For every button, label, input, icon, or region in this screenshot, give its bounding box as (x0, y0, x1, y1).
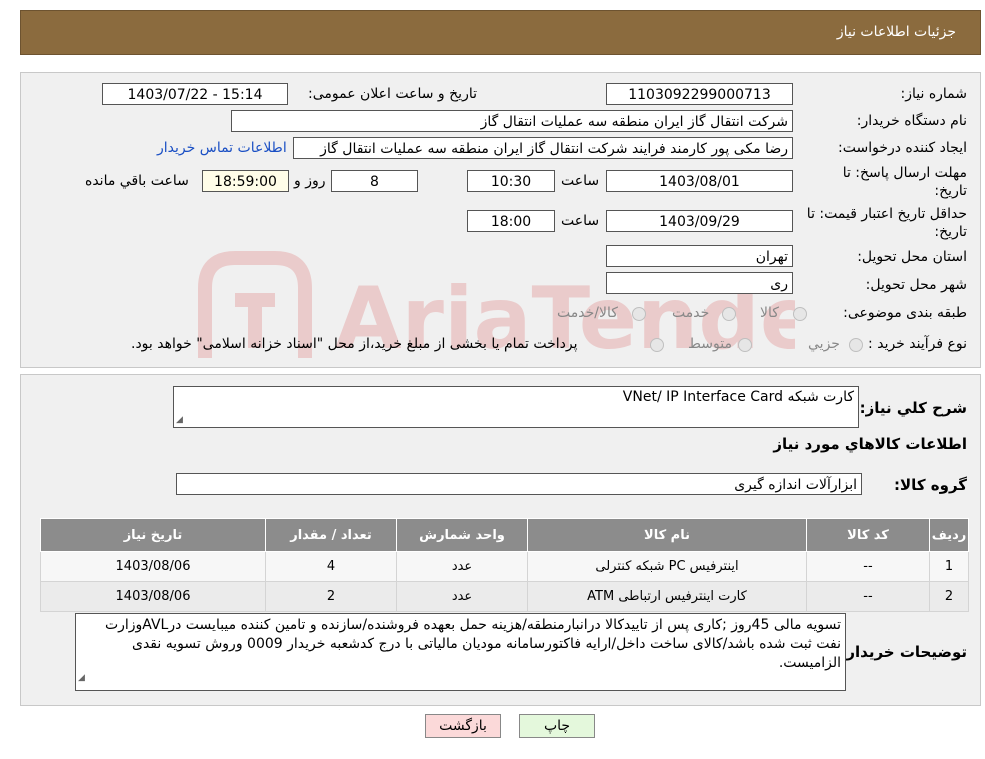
cell-date: 1403/08/06 (40, 581, 266, 612)
remaining-time-field: 18:59:00 (202, 170, 289, 192)
category-option-service: خدمت (672, 305, 710, 321)
buyer-notes-text: تسویه مالی 45روز ;کاری پس از تاییدکالا د… (104, 617, 841, 671)
city-label: شهر محل تحویل: (865, 277, 967, 293)
province-field: تهران (606, 245, 793, 267)
announce-label: تاریخ و ساعت اعلان عمومی: (308, 86, 477, 102)
price-time-field: 18:00 (467, 210, 555, 232)
cell-code: -- (806, 581, 930, 612)
category-label: طبقه بندی موضوعی: (843, 305, 967, 321)
cell-name: اینترفیس PC شبکه کنترلی (527, 551, 807, 582)
price-validity-label-2: تاریخ: (934, 224, 967, 240)
cell-qty: 4 (265, 551, 397, 582)
process-radio-medium[interactable] (738, 338, 752, 352)
category-option-goods-service: کالا/خدمت (557, 305, 618, 321)
col-name-header: نام کالا (527, 518, 807, 552)
need-number-label: شماره نیاز: (900, 86, 968, 102)
category-radio-goods[interactable] (793, 307, 807, 321)
col-date-header: تاریخ نیاز (40, 518, 266, 552)
back-button[interactable]: بازگشت (425, 714, 501, 738)
page-header: جزئیات اطلاعات نیاز (20, 10, 981, 55)
col-code-header: کد کالا (806, 518, 930, 552)
resize-handle-icon[interactable]: ◢ (176, 415, 183, 425)
deadline-time-field: 10:30 (467, 170, 555, 192)
deadline-label: مهلت ارسال پاسخ: تا (842, 165, 967, 181)
deadline-time-label: ساعت (561, 173, 600, 189)
cell-unit: عدد (396, 581, 528, 612)
cell-row: 1 (929, 551, 969, 582)
contact-buyer-link[interactable]: اطلاعات تماس خریدار (157, 140, 287, 156)
col-qty-header: تعداد / مقدار (265, 518, 397, 552)
category-radio-goods-service[interactable] (632, 307, 646, 321)
cell-unit: عدد (396, 551, 528, 582)
creator-field: رضا مکی پور کارمند فرایند شرکت انتقال گا… (293, 137, 793, 159)
category-option-goods: کالا (760, 305, 779, 321)
city-field: ری (606, 272, 793, 294)
page-title: جزئیات اطلاعات نیاز (836, 24, 956, 40)
print-button[interactable]: چاپ (519, 714, 595, 738)
cell-name: کارت اینترفیس ارتباطی ATM (527, 581, 807, 612)
goods-group-field: ابزارآلات اندازه گیری (176, 473, 862, 495)
process-radio-minor[interactable] (849, 338, 863, 352)
goods-section-title: اطلاعات کالاهاي مورد نیاز (773, 435, 967, 453)
price-validity-label: حداقل تاریخ اعتبار قیمت: تا (806, 206, 967, 222)
goods-group-label: گروه کالا: (894, 476, 967, 494)
goods-table: ردیف کد کالا نام کالا واحد شمارش تعداد /… (40, 518, 969, 612)
price-time-label: ساعت (561, 213, 600, 229)
summary-text: کارت شبکه VNet/ IP Interface Card (622, 389, 854, 405)
price-date-field: 1403/09/29 (606, 210, 793, 232)
table-row: 1 -- اینترفیس PC شبکه کنترلی عدد 4 1403/… (40, 551, 969, 582)
process-option-medium: متوسط (688, 336, 732, 352)
table-header-row: ردیف کد کالا نام کالا واحد شمارش تعداد /… (40, 518, 969, 552)
buyer-notes-label: توضیحات خریدار: (840, 643, 967, 661)
category-radio-service[interactable] (722, 307, 736, 321)
cell-date: 1403/08/06 (40, 551, 266, 582)
process-type-label: نوع فرآیند خرید : (868, 336, 967, 352)
days-label: روز و (294, 173, 326, 189)
remaining-label: ساعت باقي مانده (85, 173, 189, 189)
buyer-org-field: شرکت انتقال گاز ایران منطقه سه عملیات ان… (231, 110, 793, 132)
cell-code: -- (806, 551, 930, 582)
treasury-note: پرداخت تمام یا بخشی از مبلغ خرید،از محل … (131, 336, 578, 352)
cell-row: 2 (929, 581, 969, 612)
summary-field: کارت شبکه VNet/ IP Interface Card ◢ (173, 386, 859, 428)
buyer-notes-field: تسویه مالی 45روز ;کاری پس از تاییدکالا د… (75, 613, 846, 691)
creator-label: ایجاد کننده درخواست: (838, 140, 967, 156)
announce-field: 1403/07/22 - 15:14 (102, 83, 288, 105)
process-option-minor: جزیي (808, 336, 840, 352)
deadline-label-2: تاریخ: (934, 183, 967, 199)
resize-handle-icon[interactable]: ◢ (78, 669, 85, 688)
col-unit-header: واحد شمارش (396, 518, 528, 552)
cell-qty: 2 (265, 581, 397, 612)
col-row-header: ردیف (929, 518, 969, 552)
days-field: 8 (331, 170, 418, 192)
table-row: 2 -- کارت اینترفیس ارتباطی ATM عدد 2 140… (40, 581, 969, 612)
deadline-date-field: 1403/08/01 (606, 170, 793, 192)
need-number-field: 1103092299000713 (606, 83, 793, 105)
treasury-checkbox[interactable] (650, 338, 664, 352)
buyer-org-label: نام دستگاه خریدار: (856, 113, 967, 129)
summary-label: شرح کلي نیاز: (859, 399, 967, 417)
province-label: استان محل تحویل: (857, 249, 967, 265)
